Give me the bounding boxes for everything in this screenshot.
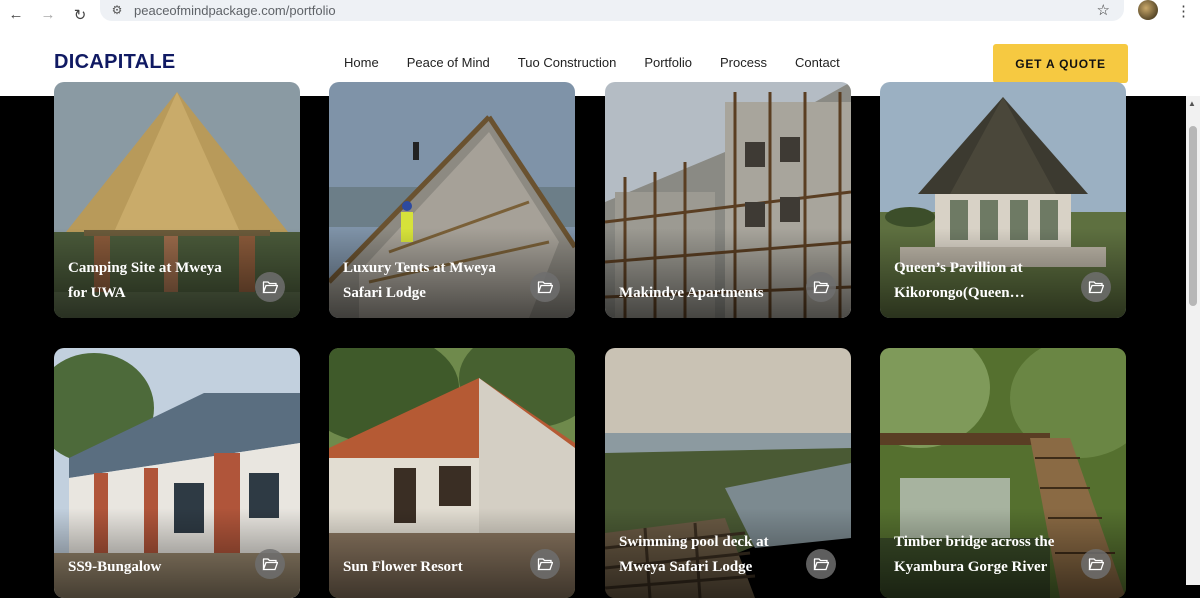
nav-portfolio[interactable]: Portfolio [644,55,692,70]
folder-open-icon[interactable] [255,272,285,302]
folder-open-icon[interactable] [1081,549,1111,579]
card-title: Sun Flower Resort [343,559,463,575]
folder-open-icon[interactable] [806,272,836,302]
arrow-left-icon[interactable]: ← [6,5,26,25]
main-nav: Home Peace of Mind Tuo Construction Port… [344,55,868,70]
card-title: Queen’s Pavillion at Kikorongo(Queen… [894,260,1025,301]
portfolio-card-luxury-tents[interactable]: Luxury Tents at Mweya Safari Lodge [329,82,575,318]
portfolio-card-makindye-apartments[interactable]: Makindye Apartments [605,82,851,318]
reload-icon[interactable]: ↻ [70,5,90,25]
get-a-quote-button[interactable]: GET A QUOTE [993,44,1128,83]
browser-toolbar: ← → ↻ ⚙ peaceofmindpackage.com/portfolio… [0,0,1200,29]
scroll-up-arrow-icon[interactable]: ▲ [1188,99,1196,108]
card-title: Camping Site at Mweya for UWA [68,260,222,301]
portfolio-card-camping-site[interactable]: Camping Site at Mweya for UWA [54,82,300,318]
portfolio-card-queens-pavillion[interactable]: Queen’s Pavillion at Kikorongo(Queen… [880,82,1126,318]
card-title: SS9-Bungalow [68,559,162,575]
address-bar[interactable]: ⚙ peaceofmindpackage.com/portfolio ☆ [100,0,1124,21]
scrollbar-thumb[interactable] [1189,126,1197,306]
card-title: Timber bridge across the Kyambura Gorge R… [894,534,1055,575]
folder-open-icon[interactable] [530,272,560,302]
portfolio-card-swimming-pool-deck[interactable]: Swimming pool deck at Mweya Safari Lodge [605,348,851,598]
nav-tuo-construction[interactable]: Tuo Construction [518,55,617,70]
profile-avatar[interactable] [1138,0,1158,20]
arrow-right-icon[interactable]: → [38,5,58,25]
site-logo[interactable]: DICAPITALE [54,51,176,74]
portfolio-card-ss9-bungalow[interactable]: SS9-Bungalow [54,348,300,598]
portfolio-card-sun-flower-resort[interactable]: Sun Flower Resort [329,348,575,598]
folder-open-icon[interactable] [530,549,560,579]
site-settings-icon[interactable]: ⚙ [108,3,126,17]
nav-peace-of-mind[interactable]: Peace of Mind [407,55,490,70]
nav-home[interactable]: Home [344,55,379,70]
nav-contact[interactable]: Contact [795,55,840,70]
folder-open-icon[interactable] [1081,272,1111,302]
card-title: Swimming pool deck at Mweya Safari Lodge [619,534,769,575]
card-title: Makindye Apartments [619,285,764,301]
card-title: Luxury Tents at Mweya Safari Lodge [343,260,496,301]
star-icon[interactable]: ☆ [1097,1,1110,19]
folder-open-icon[interactable] [806,549,836,579]
folder-open-icon[interactable] [255,549,285,579]
url-text: peaceofmindpackage.com/portfolio [134,2,336,18]
more-menu-icon[interactable]: ⋮ [1176,2,1191,20]
portfolio-card-timber-bridge[interactable]: Timber bridge across the Kyambura Gorge R… [880,348,1126,598]
nav-process[interactable]: Process [720,55,767,70]
